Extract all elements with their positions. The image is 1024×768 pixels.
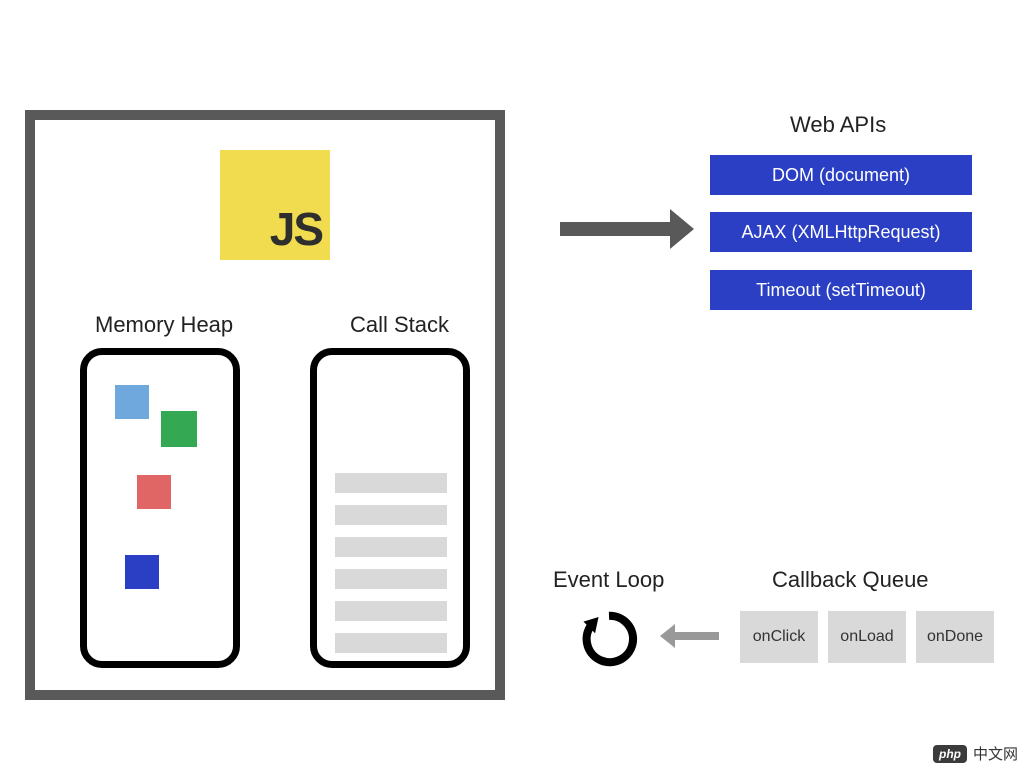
- stack-frame: [335, 633, 447, 653]
- memory-heap-label: Memory Heap: [95, 312, 233, 338]
- heap-block: [125, 555, 159, 589]
- call-stack-panel: [310, 348, 470, 668]
- callback-queue-title: Callback Queue: [772, 567, 929, 593]
- stack-frame: [335, 473, 447, 493]
- call-stack-label: Call Stack: [350, 312, 449, 338]
- arrow-left-icon: [675, 632, 719, 640]
- web-api-item: Timeout (setTimeout): [710, 270, 972, 310]
- stack-frame: [335, 569, 447, 589]
- js-logo: JS: [220, 150, 330, 260]
- watermark-badge: php: [933, 745, 967, 763]
- heap-block: [115, 385, 149, 419]
- watermark: php 中文网: [933, 743, 1018, 764]
- callback-item: onLoad: [828, 611, 906, 663]
- stack-frame: [335, 601, 447, 621]
- loop-icon: [580, 610, 638, 668]
- callback-item: onClick: [740, 611, 818, 663]
- web-api-item: AJAX (XMLHttpRequest): [710, 212, 972, 252]
- web-api-item: DOM (document): [710, 155, 972, 195]
- event-loop-title: Event Loop: [553, 567, 664, 593]
- watermark-text: 中文网: [973, 743, 1018, 764]
- web-apis-title: Web APIs: [790, 112, 886, 138]
- memory-heap-panel: [80, 348, 240, 668]
- js-engine-frame: JS Memory Heap Call Stack: [25, 110, 505, 700]
- heap-block: [161, 411, 197, 447]
- heap-block: [137, 475, 171, 509]
- callback-item: onDone: [916, 611, 994, 663]
- stack-frame: [335, 537, 447, 557]
- stack-frame: [335, 505, 447, 525]
- arrow-right-icon: [560, 222, 670, 236]
